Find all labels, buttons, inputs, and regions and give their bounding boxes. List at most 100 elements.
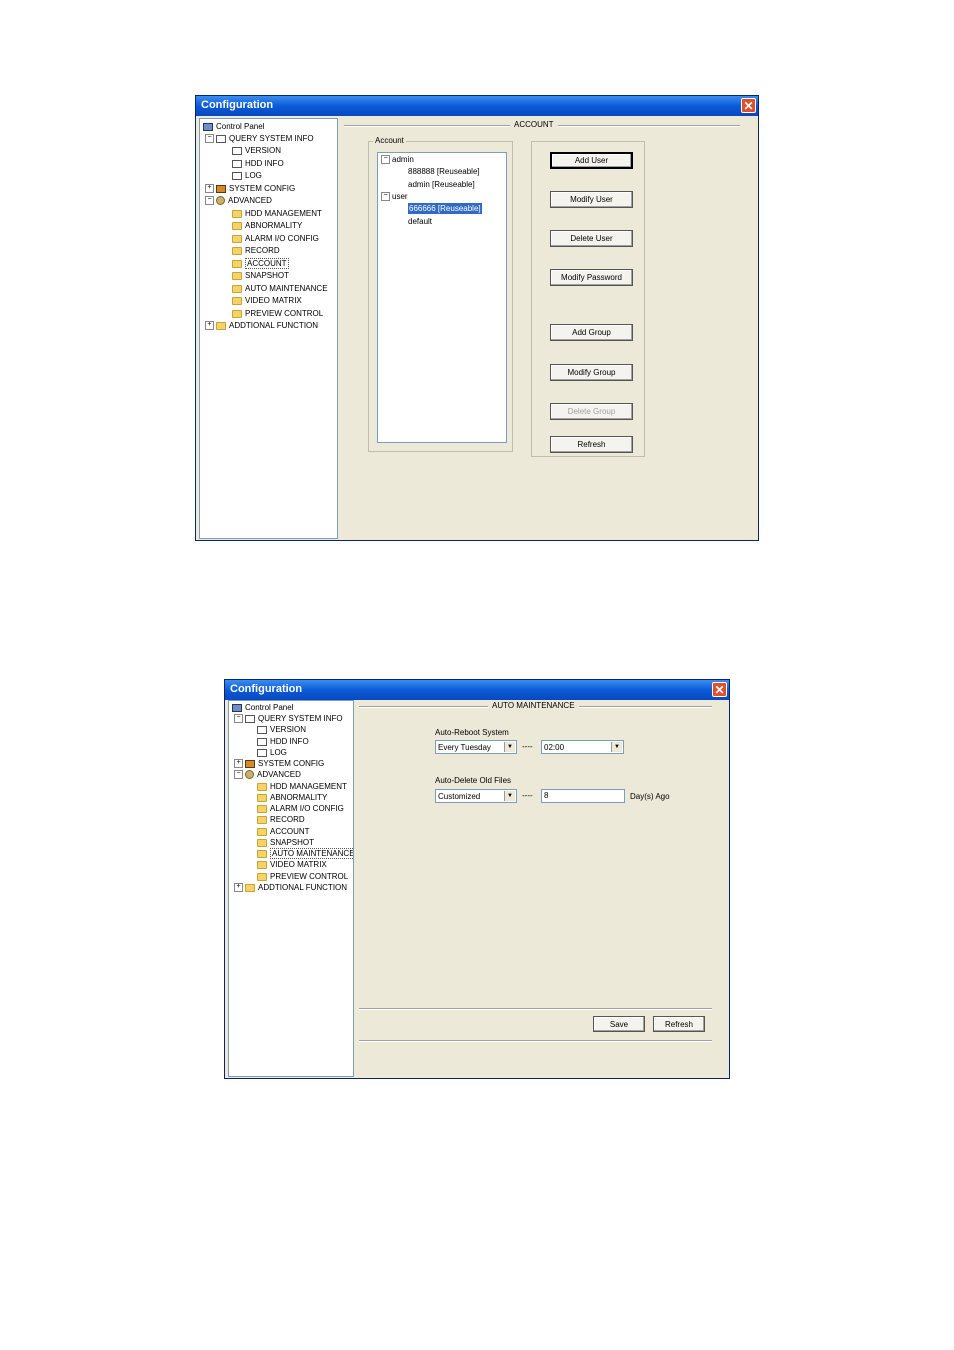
tree-advanced[interactable]: − ADVANCED [205,195,272,206]
tree-hdd-management[interactable]: HDD MANAGEMENT [232,208,322,219]
user-888888[interactable]: 888888 [Reuseable] [408,166,480,177]
modify-group-button[interactable]: Modify Group [550,364,633,381]
collapse-icon[interactable]: − [381,155,390,165]
collapse-icon[interactable]: − [234,770,243,780]
tree-root[interactable]: Control Panel [203,121,264,132]
group-admin[interactable]: − admin [381,154,414,165]
tree-preview-control[interactable]: PREVIEW CONTROL [232,308,323,319]
navigation-tree[interactable]: Control Panel − QUERY SYSTEM INFO VERSION… [199,118,338,539]
tree-abnormality[interactable]: ABNORMALITY [257,792,327,803]
folder-icon [232,309,242,318]
folder-icon [232,234,242,243]
tree-root[interactable]: Control Panel [232,702,293,713]
collapse-icon[interactable]: − [381,192,390,202]
tree-version[interactable]: VERSION [257,724,306,735]
folder-icon [232,284,242,293]
collapse-icon[interactable]: − [234,714,243,724]
account-group-legend: Account [373,136,406,145]
tree-query-system-info[interactable]: − QUERY SYSTEM INFO [205,133,314,144]
reboot-separator: ---- [522,742,533,751]
user-admin[interactable]: admin [Reuseable] [408,179,475,190]
folder-icon [257,782,267,791]
collapse-icon[interactable]: − [205,196,214,206]
group-user[interactable]: − user [381,191,408,202]
folder-icon [257,804,267,813]
folder-icon [232,209,242,218]
save-button[interactable]: Save [593,1016,645,1032]
collapse-icon[interactable]: − [205,134,214,144]
reboot-time-select[interactable]: 02:00 ▼ [541,740,624,754]
auto-delete-label: Auto-Delete Old Files [435,776,512,785]
tree-additional-function[interactable]: + ADDTIONAL FUNCTION [205,320,318,331]
tree-account[interactable]: ACCOUNT [232,258,289,269]
tree-alarm-io-config[interactable]: ALARM I/O CONFIG [257,803,344,814]
delete-mode-select[interactable]: Customized ▼ [435,789,517,803]
close-icon[interactable]: ✕ [741,98,756,113]
delete-separator: ---- [522,791,533,800]
tree-video-matrix[interactable]: VIDEO MATRIX [232,295,302,306]
tree-preview-control[interactable]: PREVIEW CONTROL [257,871,348,882]
document-icon [257,725,267,734]
expand-icon[interactable]: + [234,883,243,893]
tree-query-system-info[interactable]: − QUERY SYSTEM INFO [234,713,343,724]
tree-snapshot[interactable]: SNAPSHOT [257,837,314,848]
tree-auto-maintenance[interactable]: AUTO MAINTENANCE [232,283,328,294]
add-group-button[interactable]: Add Group [550,324,633,341]
tree-account[interactable]: ACCOUNT [257,826,310,837]
modify-password-button[interactable]: Modify Password [550,269,633,286]
refresh-button[interactable]: Refresh [550,436,633,453]
tree-log[interactable]: LOG [232,170,262,181]
folder-icon [232,246,242,255]
reboot-time-value: 02:00 [544,743,565,752]
tree-hdd-info[interactable]: HDD INFO [232,158,284,169]
navigation-tree[interactable]: Control Panel − QUERY SYSTEM INFO VERSION… [228,700,354,1077]
user-666666-selected[interactable]: 666666 [Reuseable] [408,203,482,214]
tree-abnormality[interactable]: ABNORMALITY [232,220,302,231]
window-title: Configuration [201,99,274,111]
expand-icon[interactable]: + [234,759,243,769]
computer-icon [232,703,242,712]
tree-advanced[interactable]: − ADVANCED [234,769,301,780]
document-icon [232,159,242,168]
folder-icon [232,271,242,280]
user-default[interactable]: default [408,216,432,227]
tree-additional-function[interactable]: + ADDTIONAL FUNCTION [234,882,347,893]
tree-hdd-management[interactable]: HDD MANAGEMENT [257,781,347,792]
tree-hdd-info[interactable]: HDD INFO [257,736,309,747]
dropdown-arrow-icon[interactable]: ▼ [611,742,622,752]
delete-group-button[interactable]: Delete Group [550,403,633,420]
title-bar[interactable]: Configuration ✕ [225,680,729,700]
tree-record[interactable]: RECORD [232,245,280,256]
dropdown-arrow-icon[interactable]: ▼ [504,791,515,801]
folder-icon [245,883,255,892]
delete-user-button[interactable]: Delete User [550,230,633,247]
folder-icon [216,321,226,330]
delete-mode-value: Customized [438,792,481,801]
reboot-day-select[interactable]: Every Tuesday ▼ [435,740,517,754]
document-icon [245,714,255,723]
section-title: ACCOUNT [510,120,558,129]
tree-snapshot[interactable]: SNAPSHOT [232,270,289,281]
tree-system-config[interactable]: + SYSTEM CONFIG [205,183,295,194]
tree-video-matrix[interactable]: VIDEO MATRIX [257,859,327,870]
modify-user-button[interactable]: Modify User [550,191,633,208]
add-user-button[interactable]: Add User [550,152,633,169]
title-bar[interactable]: Configuration ✕ [196,96,758,116]
auto-reboot-label: Auto-Reboot System [435,728,509,737]
tree-log[interactable]: LOG [257,747,287,758]
tree-auto-maintenance[interactable]: AUTO MAINTENANCE [257,848,353,859]
close-icon[interactable]: ✕ [712,682,727,697]
expand-icon[interactable]: + [205,184,214,194]
account-tree-list[interactable]: − admin 888888 [Reuseable] admin [Reuseab… [377,152,507,443]
document-icon [232,146,242,155]
tree-version[interactable]: VERSION [232,145,281,156]
folder-icon [257,872,267,881]
tree-system-config[interactable]: + SYSTEM CONFIG [234,758,324,769]
refresh-button[interactable]: Refresh [653,1016,705,1032]
folder-icon [232,296,242,305]
tree-record[interactable]: RECORD [257,814,305,825]
tree-alarm-io-config[interactable]: ALARM I/O CONFIG [232,233,319,244]
dropdown-arrow-icon[interactable]: ▼ [504,742,515,752]
expand-icon[interactable]: + [205,321,214,331]
delete-days-input[interactable]: 8 [541,789,625,803]
